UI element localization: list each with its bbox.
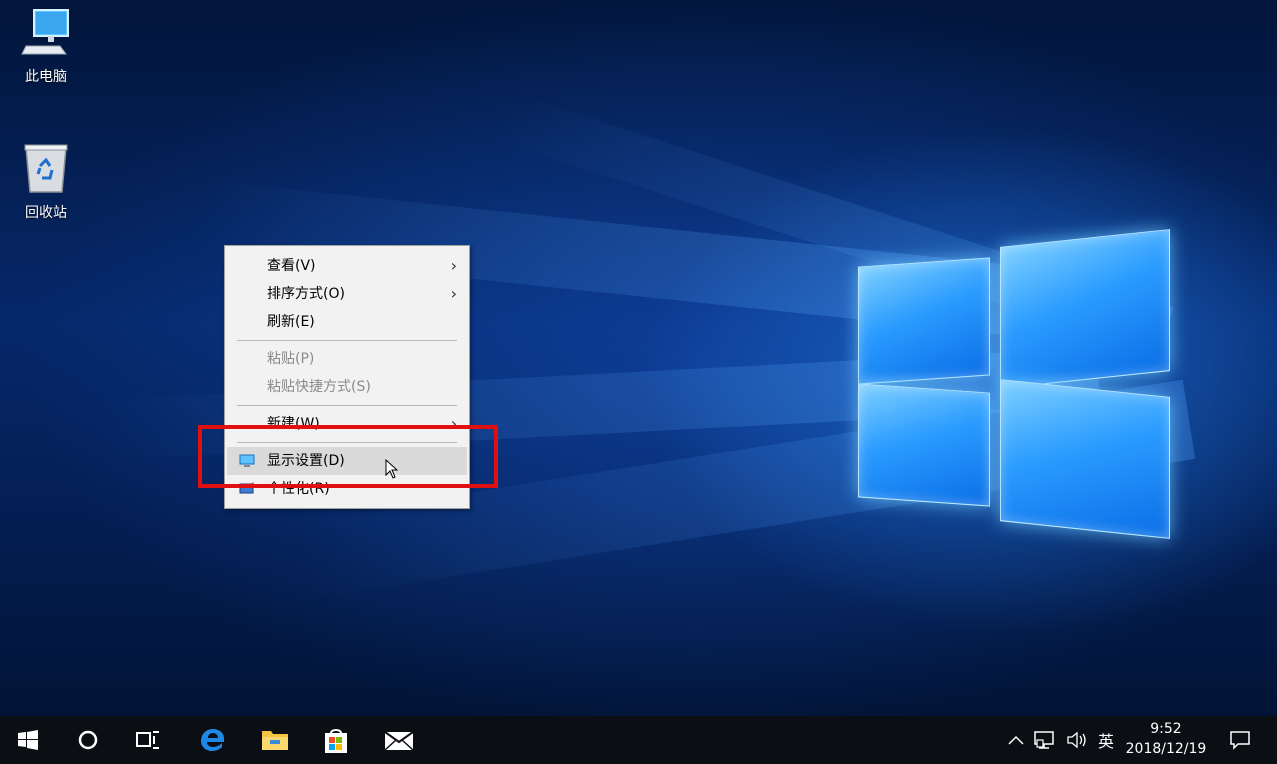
menu-item-paste: 粘贴(P) — [227, 345, 467, 373]
cortana-search-icon — [78, 730, 98, 750]
mail-taskbar-button[interactable] — [375, 716, 423, 764]
start-button[interactable] — [4, 716, 52, 764]
computer-icon — [21, 9, 69, 55]
store-icon — [325, 729, 347, 753]
windows-start-icon — [18, 730, 38, 750]
logo-pane-top-left — [858, 257, 990, 385]
annotation-highlight-box — [198, 425, 498, 488]
chevron-up-icon — [1008, 735, 1024, 745]
clock-date: 2018/12/19 — [1125, 741, 1207, 757]
menu-item-label: 粘贴快捷方式(S) — [267, 379, 371, 395]
ime-label: 英 — [1097, 732, 1114, 751]
network-tray-button[interactable] — [1032, 716, 1058, 764]
menu-item-view[interactable]: 查看(V) › — [227, 252, 467, 280]
show-hidden-icons-button[interactable] — [1004, 716, 1028, 764]
network-icon — [1034, 731, 1054, 749]
volume-tray-button[interactable] — [1064, 716, 1090, 764]
submenu-arrow-icon: › — [450, 256, 457, 275]
logo-pane-bottom-right — [1000, 379, 1170, 539]
clock-time: 9:52 — [1150, 721, 1182, 737]
logo-pane-bottom-left — [858, 383, 990, 507]
action-center-button[interactable] — [1220, 716, 1260, 764]
menu-separator — [237, 340, 457, 341]
submenu-arrow-icon: › — [450, 284, 457, 303]
taskbar: 英 9:52 2018/12/19 — [0, 716, 1277, 764]
volume-icon — [1067, 731, 1086, 749]
desktop-icon-this-pc[interactable]: 此电脑 — [10, 8, 82, 86]
desktop-icon-label: 此电脑 — [25, 69, 67, 85]
mouse-cursor-icon — [385, 459, 399, 479]
task-view-button[interactable] — [124, 716, 172, 764]
mail-icon — [384, 731, 414, 751]
menu-item-label: 查看(V) — [267, 258, 316, 274]
menu-item-label: 刷新(E) — [267, 314, 315, 330]
action-center-icon — [1230, 731, 1250, 750]
input-method-indicator[interactable]: 英 — [1094, 716, 1118, 764]
logo-pane-top-right — [1000, 229, 1170, 389]
file-explorer-icon — [262, 731, 288, 750]
task-view-icon — [136, 731, 159, 749]
menu-item-paste-shortcut: 粘贴快捷方式(S) — [227, 373, 467, 401]
store-taskbar-button[interactable] — [312, 716, 360, 764]
menu-item-sort-by[interactable]: 排序方式(O) › — [227, 280, 467, 308]
menu-item-label: 排序方式(O) — [267, 286, 345, 302]
recycle-bin-icon — [24, 144, 68, 193]
file-explorer-taskbar-button[interactable] — [251, 716, 299, 764]
menu-item-refresh[interactable]: 刷新(E) — [227, 308, 467, 336]
cortana-button[interactable] — [64, 716, 112, 764]
menu-separator — [237, 405, 457, 406]
desktop-icon-label: 回收站 — [25, 205, 67, 221]
edge-browser-icon — [201, 729, 224, 751]
clock-button[interactable]: 9:52 2018/12/19 — [1118, 716, 1214, 764]
desktop-icon-recycle-bin[interactable]: 回收站 — [10, 142, 82, 222]
menu-item-label: 粘贴(P) — [267, 351, 315, 367]
edge-taskbar-button[interactable] — [189, 716, 237, 764]
desktop-wallpaper[interactable]: 此电脑 回收站 — [0, 0, 1277, 716]
